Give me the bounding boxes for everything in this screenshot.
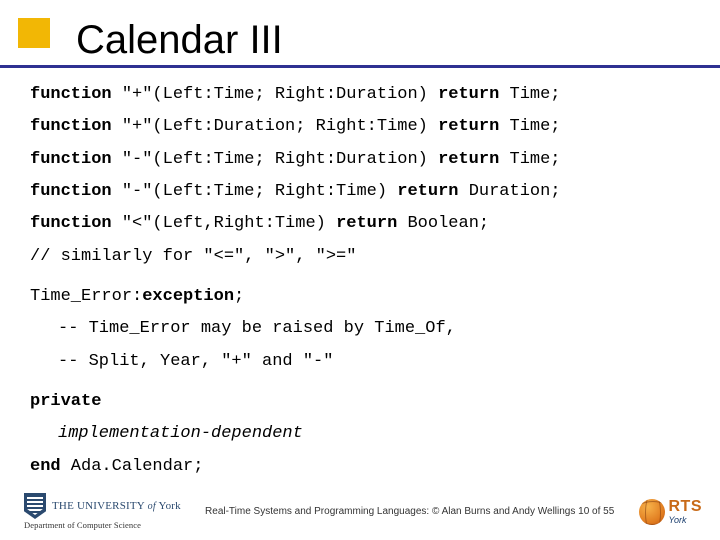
slide-body: function "+"(Left:Time; Right:Duration) …: [28, 82, 692, 480]
slide-title: Calendar III: [76, 18, 692, 63]
keyword-exception: exception: [142, 287, 234, 306]
rts-main-label: RTS: [669, 499, 703, 515]
code-line-12: end Ada.Calendar;: [30, 454, 688, 480]
keyword-return: return: [438, 150, 499, 169]
university-name: THE UNIVERSITY of York: [52, 500, 181, 512]
shield-icon: [24, 493, 46, 519]
keyword-return: return: [336, 214, 397, 233]
code-line-6: // similarly for "<=", ">", ">=": [30, 244, 688, 270]
slide-footer: THE UNIVERSITY of York Department of Com…: [0, 493, 720, 530]
rts-text: RTS York: [669, 499, 703, 525]
university-logo-top: THE UNIVERSITY of York: [24, 493, 181, 519]
rts-logo: RTS York: [639, 499, 703, 525]
title-underline: [0, 65, 720, 68]
globe-icon: [639, 499, 665, 525]
keyword-function: function: [30, 214, 112, 233]
department-name: Department of Computer Science: [24, 520, 181, 530]
spacer: [30, 276, 688, 284]
code-line-7: Time_Error:exception;: [30, 284, 688, 310]
keyword-function: function: [30, 150, 112, 169]
keyword-function: function: [30, 85, 112, 104]
code-line-9: -- Split, Year, "+" and "-": [30, 349, 688, 375]
keyword-private: private: [30, 392, 101, 411]
code-line-10: private: [30, 389, 688, 415]
spacer: [30, 381, 688, 389]
code-line-4: function "-"(Left:Time; Right:Time) retu…: [30, 179, 688, 205]
code-line-3: function "-"(Left:Time; Right:Duration) …: [30, 147, 688, 173]
keyword-function: function: [30, 182, 112, 201]
code-line-5: function "<"(Left,Right:Time) return Boo…: [30, 211, 688, 237]
keyword-return: return: [397, 182, 458, 201]
code-line-11: implementation-dependent: [30, 421, 688, 447]
keyword-function: function: [30, 117, 112, 136]
university-logo: THE UNIVERSITY of York Department of Com…: [24, 493, 181, 530]
rts-sub-label: York: [669, 516, 703, 525]
code-line-2: function "+"(Left:Duration; Right:Time) …: [30, 114, 688, 140]
slide: Calendar III function "+"(Left:Time; Rig…: [0, 0, 720, 540]
keyword-end: end: [30, 457, 61, 476]
footer-text: Real-Time Systems and Programming Langua…: [181, 506, 639, 517]
code-line-1: function "+"(Left:Time; Right:Duration) …: [30, 82, 688, 108]
implementation-note: implementation-dependent: [58, 424, 303, 443]
keyword-return: return: [438, 117, 499, 136]
title-accent-box: [18, 18, 50, 48]
keyword-return: return: [438, 85, 499, 104]
code-line-8: -- Time_Error may be raised by Time_Of,: [30, 316, 688, 342]
